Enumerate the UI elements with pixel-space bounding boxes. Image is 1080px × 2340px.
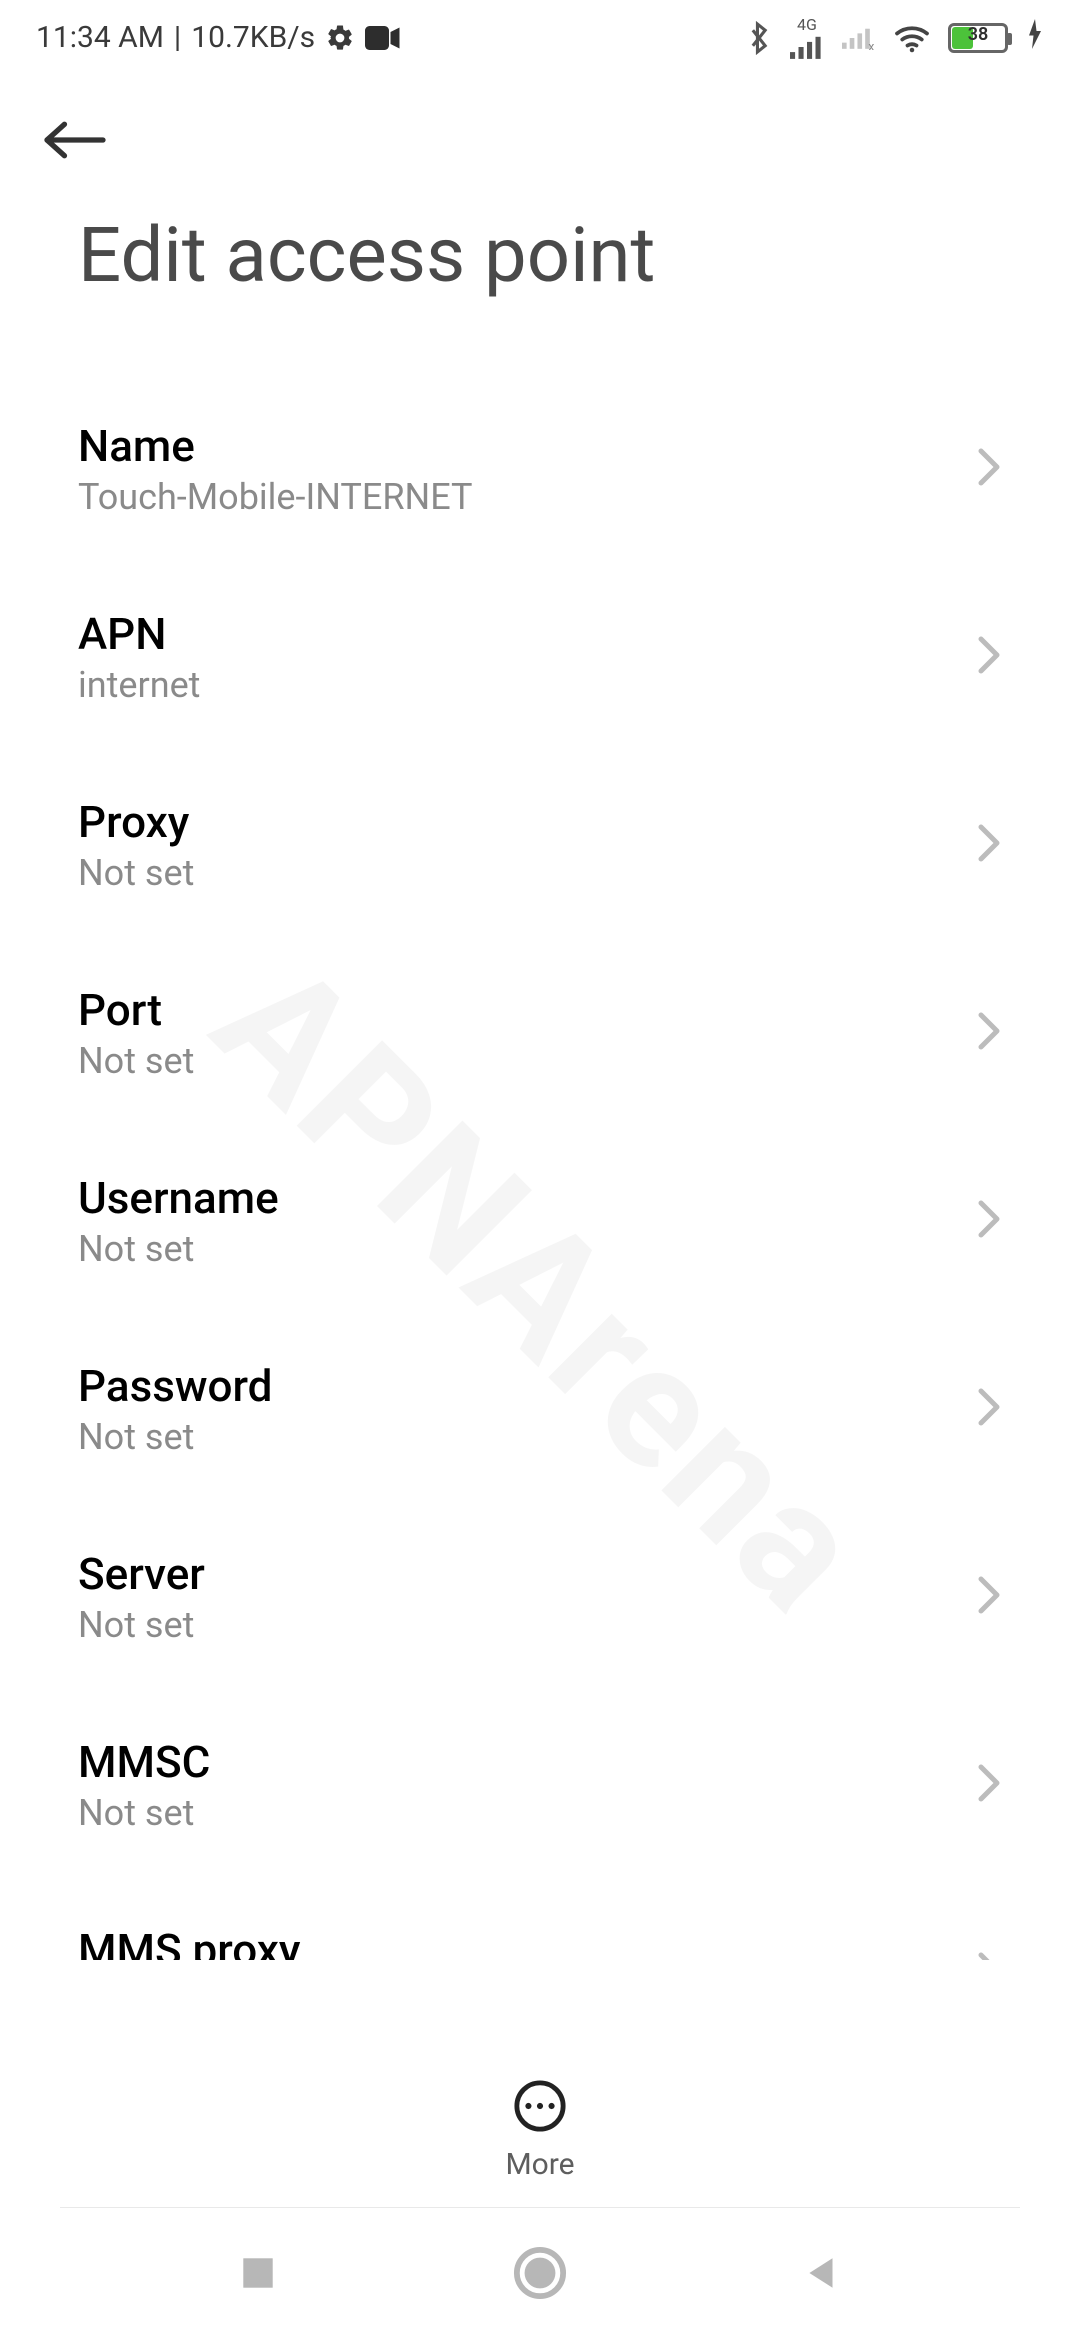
settings-list: Name Touch-Mobile-INTERNET APN internet … (0, 375, 1080, 1960)
setting-label: MMS proxy (78, 1924, 300, 1960)
network-type-label: 4G (797, 17, 817, 33)
back-button[interactable] (40, 115, 110, 169)
chevron-right-icon (976, 823, 1002, 867)
setting-label: Proxy (78, 796, 194, 848)
svg-text:x: x (868, 40, 874, 50)
chevron-right-icon (976, 1199, 1002, 1243)
setting-label: Username (78, 1172, 279, 1224)
settings-gear-icon (325, 23, 355, 53)
status-speed: 10.7KB/s (191, 20, 315, 55)
setting-value: Not set (78, 1416, 272, 1458)
setting-item-mmsc[interactable]: MMSC Not set (78, 1691, 1002, 1879)
more-button[interactable]: More (0, 2079, 1080, 2182)
status-separator: | (174, 20, 181, 55)
nav-home-button[interactable] (513, 2246, 567, 2304)
page-title: Edit access point (78, 210, 655, 300)
chevron-right-icon (976, 635, 1002, 679)
video-camera-icon (365, 25, 401, 51)
status-left: 11:34 AM | 10.7KB/s (36, 20, 401, 55)
setting-item-proxy[interactable]: Proxy Not set (78, 751, 1002, 939)
setting-item-port[interactable]: Port Not set (78, 939, 1002, 1127)
setting-item-password[interactable]: Password Not set (78, 1315, 1002, 1503)
setting-item-server[interactable]: Server Not set (78, 1503, 1002, 1691)
setting-label: APN (78, 608, 200, 660)
divider (60, 2207, 1020, 2208)
nav-back-button[interactable] (801, 2252, 843, 2298)
setting-value: Not set (78, 852, 194, 894)
setting-label: Password (78, 1360, 272, 1412)
chevron-right-icon (976, 1011, 1002, 1055)
battery-icon: 38 (948, 23, 1008, 53)
chevron-right-icon (976, 1951, 1002, 1960)
signal-1-icon (790, 35, 824, 59)
setting-label: Name (78, 420, 473, 472)
back-arrow-icon (40, 115, 110, 165)
charging-icon (1026, 19, 1044, 57)
more-dots-icon (513, 2079, 567, 2137)
status-bar: 11:34 AM | 10.7KB/s 4G x 38 (0, 0, 1080, 75)
status-right: 4G x 38 (746, 17, 1044, 59)
chevron-right-icon (976, 1387, 1002, 1431)
status-time: 11:34 AM (36, 20, 164, 55)
navigation-bar (0, 2210, 1080, 2340)
wifi-icon (894, 23, 930, 53)
chevron-right-icon (976, 1763, 1002, 1807)
setting-label: MMSC (78, 1736, 210, 1788)
setting-item-name[interactable]: Name Touch-Mobile-INTERNET (78, 375, 1002, 563)
chevron-right-icon (976, 447, 1002, 491)
signal-2-icon: x (842, 26, 876, 50)
setting-item-username[interactable]: Username Not set (78, 1127, 1002, 1315)
chevron-right-icon (976, 1575, 1002, 1619)
setting-value: Not set (78, 1228, 279, 1270)
setting-item-mms-proxy[interactable]: MMS proxy Not set (78, 1879, 1002, 1960)
battery-percent: 38 (951, 24, 1005, 45)
setting-item-apn[interactable]: APN internet (78, 563, 1002, 751)
setting-value: internet (78, 664, 200, 706)
setting-value: Touch-Mobile-INTERNET (78, 476, 473, 518)
setting-value: Not set (78, 1040, 194, 1082)
more-label: More (505, 2147, 574, 2182)
setting-value: Not set (78, 1604, 205, 1646)
setting-label: Server (78, 1548, 205, 1600)
bluetooth-icon (746, 21, 772, 55)
setting-value: Not set (78, 1792, 210, 1834)
nav-recent-button[interactable] (237, 2252, 279, 2298)
setting-label: Port (78, 984, 194, 1036)
